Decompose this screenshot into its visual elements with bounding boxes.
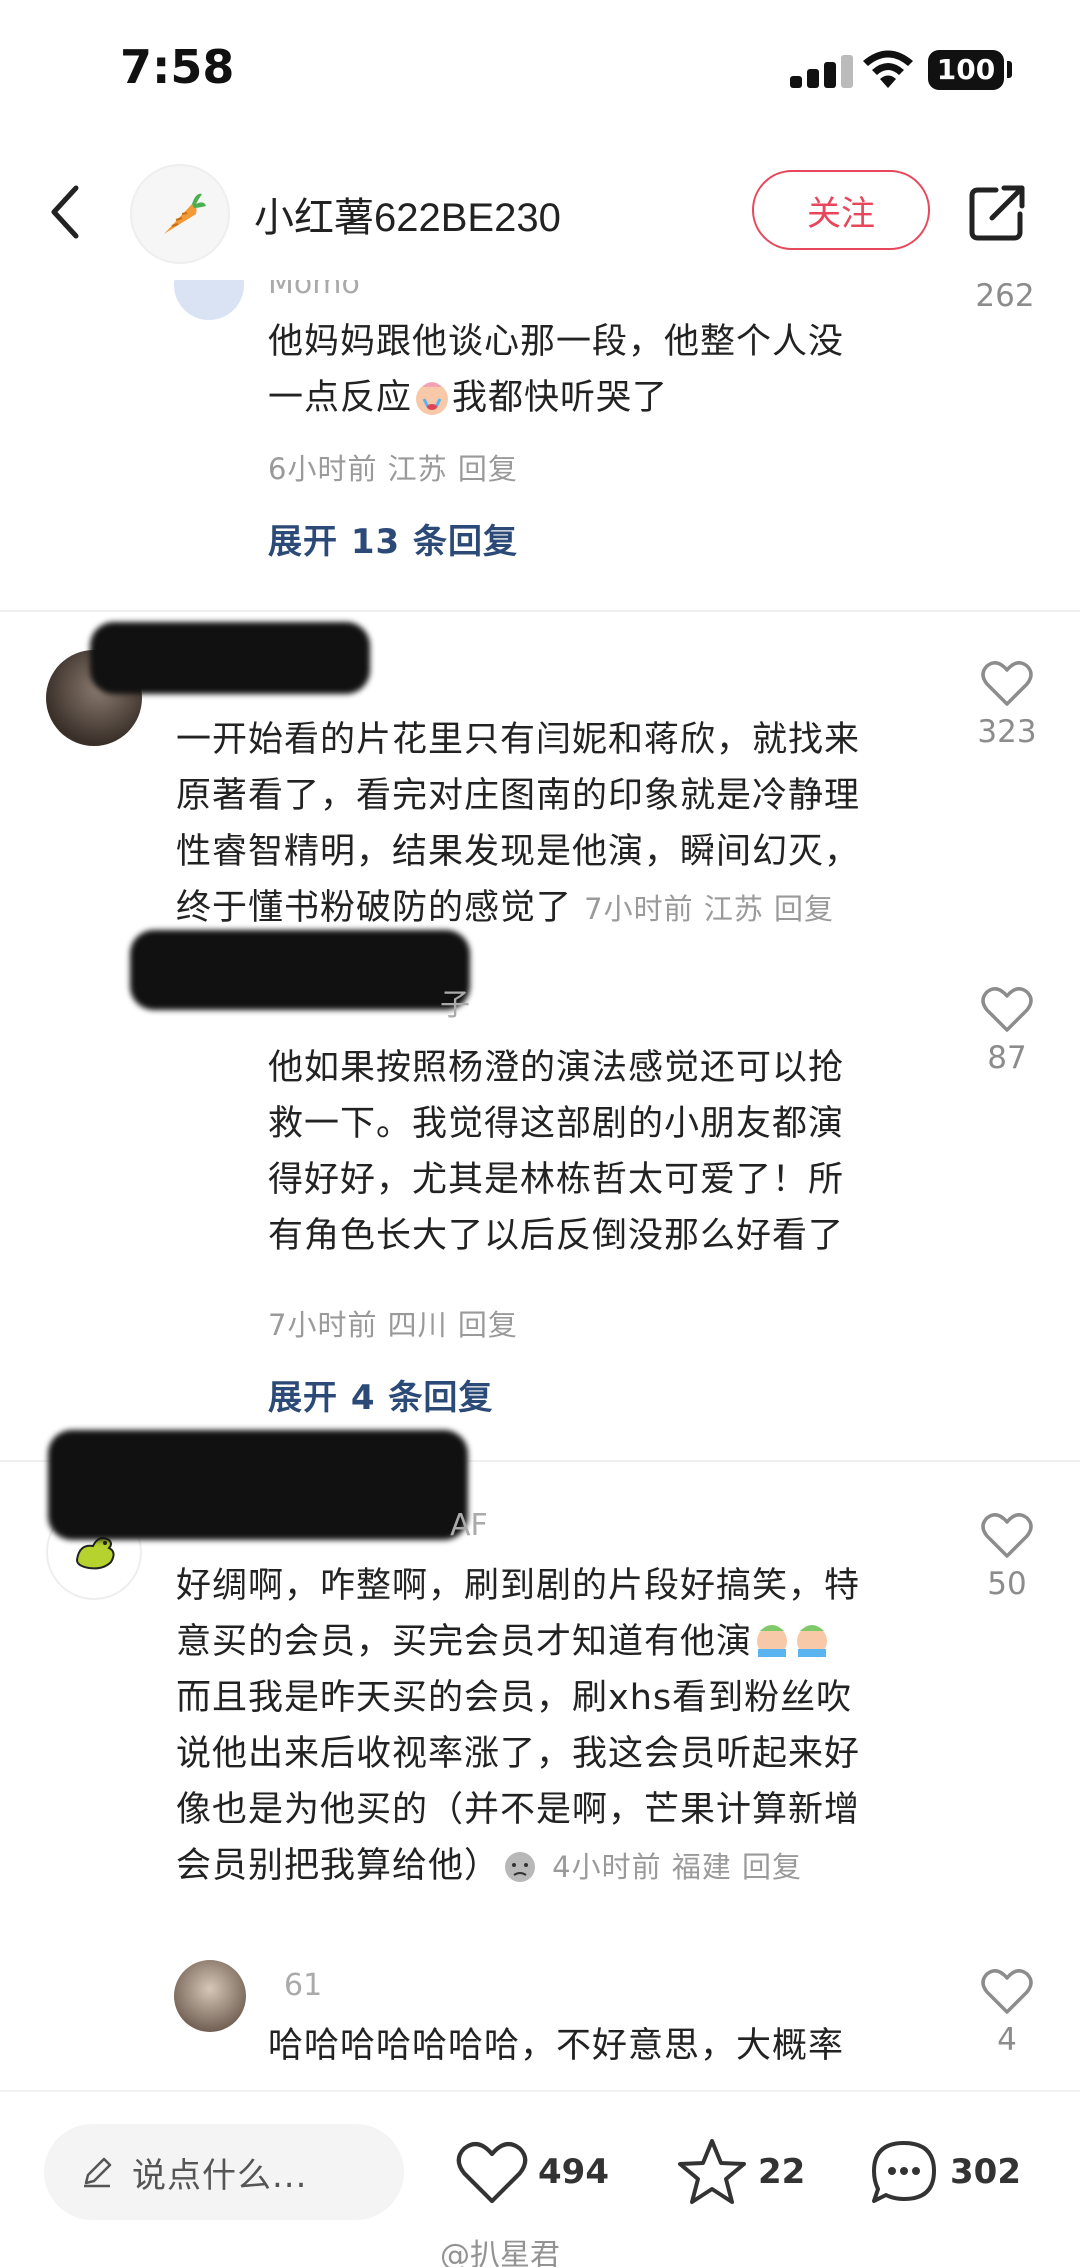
- like-button[interactable]: 87: [962, 986, 1052, 1076]
- sweat-emoji-icon: [505, 1852, 536, 1882]
- comment-meta[interactable]: 4小时前 福建 回复: [552, 1850, 802, 1884]
- avatar[interactable]: [174, 280, 244, 320]
- like-button[interactable]: 50: [962, 1512, 1052, 1602]
- redacted-username: [90, 622, 370, 694]
- star-icon: [678, 2139, 746, 2204]
- comment-meta[interactable]: 6小时前 江苏 回复: [268, 446, 518, 488]
- crying-emoji-icon: [797, 1625, 828, 1657]
- comment-author[interactable]: AF: [450, 1508, 488, 1543]
- share-icon[interactable]: [966, 180, 1030, 244]
- like-total: 494: [538, 2152, 609, 2192]
- like-count: 87: [987, 1040, 1027, 1076]
- heart-icon: [981, 1513, 1033, 1558]
- author-name[interactable]: 小红薯622BE230: [254, 185, 561, 243]
- comment-text: 哈哈哈哈哈哈哈，不好意思，大概率: [268, 2026, 845, 2066]
- like-count: 50: [987, 1566, 1027, 1602]
- header: 小红薯622BE230 关注: [0, 150, 1080, 280]
- like-action[interactable]: 494: [456, 2132, 609, 2212]
- pencil-icon: [84, 2157, 112, 2188]
- like-button[interactable]: 323: [962, 660, 1052, 750]
- back-icon[interactable]: [44, 180, 88, 244]
- wifi-icon: [863, 50, 913, 88]
- crying-emoji-icon: [416, 382, 449, 415]
- like-button[interactable]: 262: [960, 280, 1050, 314]
- author-avatar[interactable]: [130, 164, 230, 264]
- carrot-icon: [164, 193, 206, 234]
- watermark: @扒星君: [440, 2238, 560, 2267]
- speech-bubble-icon: [872, 2141, 936, 2203]
- comment-author[interactable]: 61: [284, 1968, 322, 2003]
- signal-icon: [790, 54, 860, 88]
- comment-text: 一开始看的片花里只有闫妮和蒋欣，就找来 原著看了，看完对庄图南的印象就是冷静理 …: [176, 720, 861, 928]
- comment-feed[interactable]: Momo 他妈妈跟他谈心那一段，他整个人没 一点反应 我都快听哭了 6小时前 江苏…: [0, 280, 1080, 2090]
- comment-placeholder: 说点什么...: [132, 2155, 308, 2196]
- expand-replies-link[interactable]: 展开 13 条回复: [268, 514, 518, 563]
- comment-author[interactable]: Momo: [268, 280, 360, 301]
- like-count: 4: [997, 2022, 1017, 2058]
- heart-icon: [456, 2141, 528, 2204]
- battery-level: 100: [928, 50, 1004, 90]
- crying-emoji-icon: [757, 1625, 788, 1657]
- follow-button[interactable]: 关注: [752, 170, 930, 250]
- avatar[interactable]: [174, 1960, 246, 2032]
- like-count: 262: [975, 280, 1035, 314]
- heart-icon: [981, 987, 1033, 1032]
- comment-meta[interactable]: 7小时前 四川 回复: [268, 1302, 518, 1344]
- like-count: 323: [977, 714, 1037, 750]
- comment-meta[interactable]: 7小时前 江苏 回复: [584, 892, 834, 926]
- status-bar: 7:58 100: [0, 0, 1080, 150]
- comment-action[interactable]: 302: [868, 2132, 1021, 2212]
- redacted-username: [130, 930, 470, 1010]
- favorite-action[interactable]: 22: [676, 2132, 805, 2212]
- status-time: 7:58: [120, 40, 235, 94]
- expand-replies-link[interactable]: 展开 4 条回复: [268, 1370, 493, 1419]
- battery-tip: [1007, 61, 1012, 78]
- divider: [0, 610, 1080, 612]
- comment-total: 302: [950, 2152, 1021, 2192]
- heart-icon: [981, 661, 1033, 706]
- comment-text: 好绸啊，咋整啊，刷到剧的片段好搞笑，特 意买的会员，买完会员才知道有他演 而且我…: [176, 1566, 861, 1886]
- comment-author[interactable]: 子: [440, 980, 470, 1024]
- comment-text: 他妈妈跟他谈心那一段，他整个人没 一点反应 我都快听哭了: [268, 322, 845, 418]
- comment-text: 他如果按照杨澄的演法感觉还可以抢 救一下。我觉得这部剧的小朋友都演 得好好，尤其…: [268, 1048, 845, 1256]
- redacted-username: [48, 1430, 468, 1540]
- like-button[interactable]: 4: [962, 1968, 1052, 2058]
- comment-input[interactable]: 说点什么...: [44, 2124, 404, 2220]
- heart-icon: [981, 1969, 1033, 2014]
- favorite-total: 22: [758, 2152, 806, 2192]
